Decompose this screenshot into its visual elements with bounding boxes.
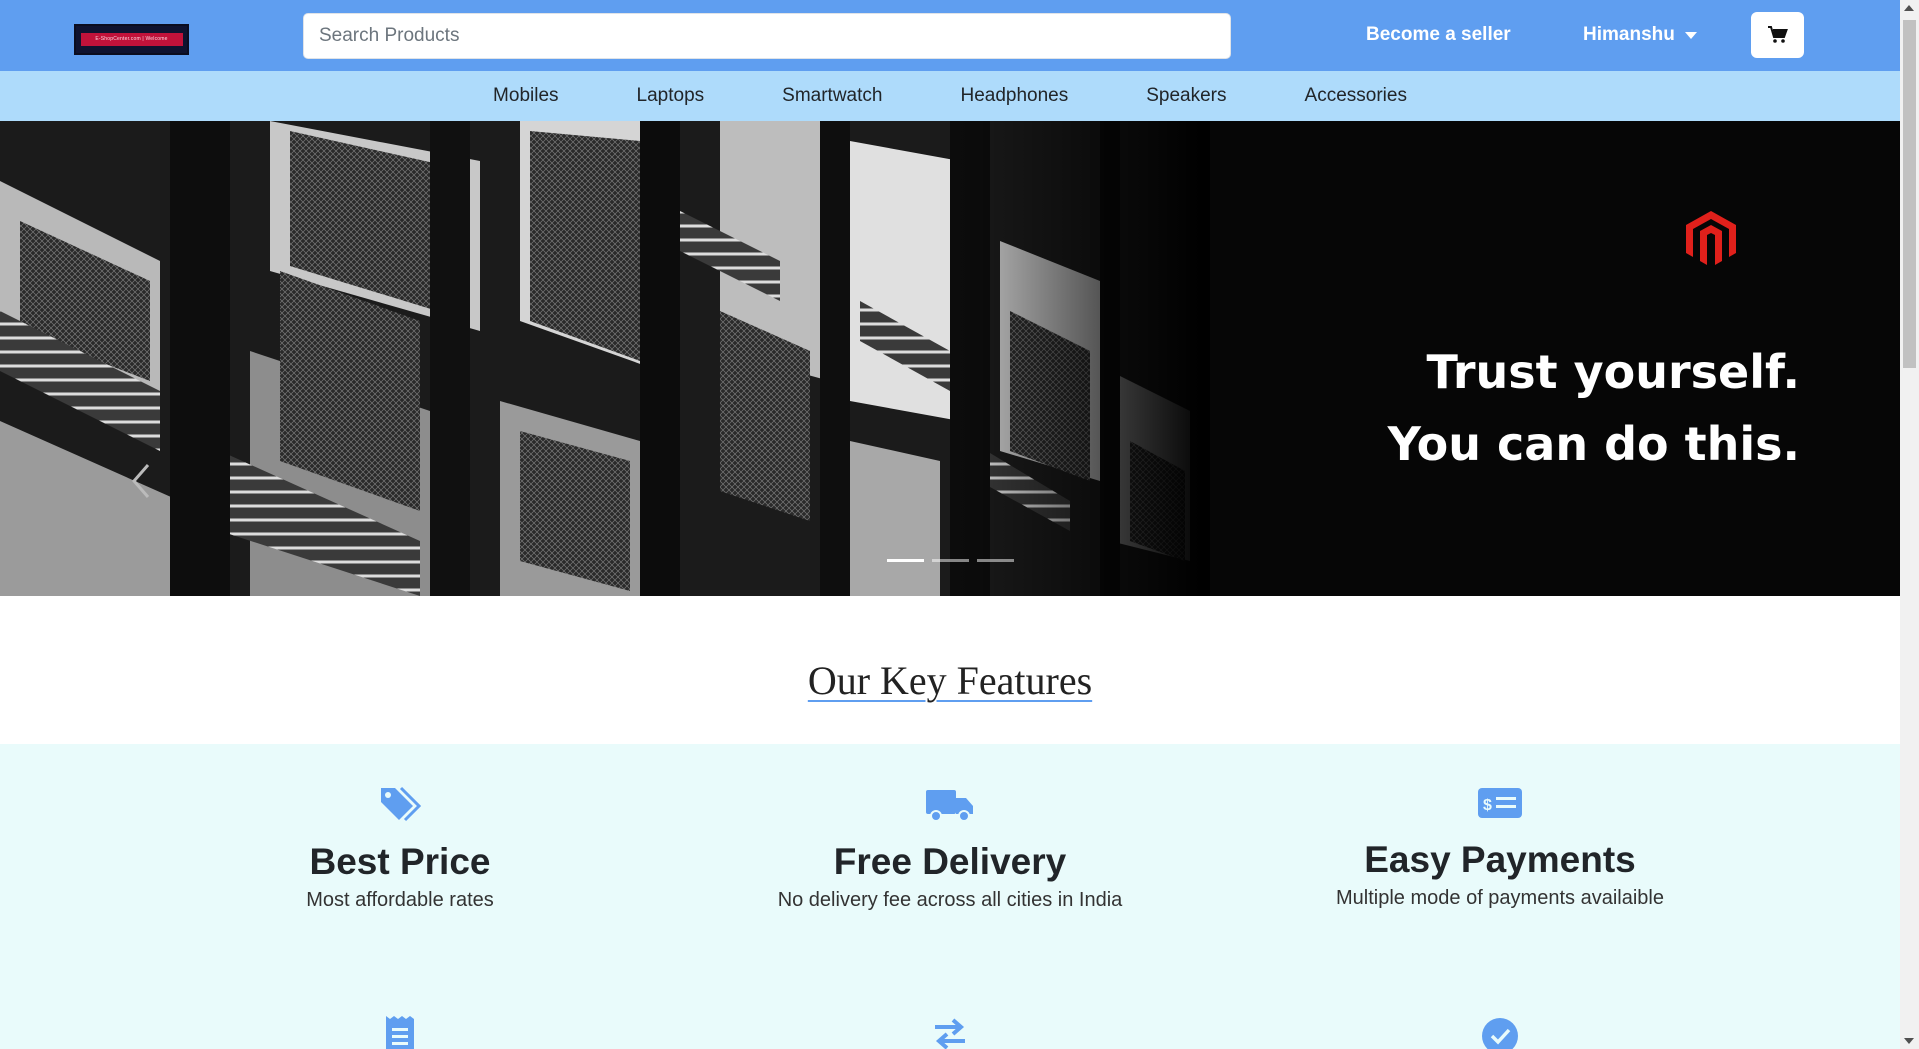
carousel-indicators [887,559,1014,562]
category-headphones[interactable]: Headphones [960,85,1068,107]
features-section: Best Price Most affordable rates Free De… [0,744,1900,1049]
scrollbar-thumb[interactable] [1903,20,1916,368]
category-speakers[interactable]: Speakers [1146,85,1226,107]
hero-line-2: You can do this. [1387,417,1800,471]
hero-line-1: Trust yourself. [1426,345,1800,399]
receipt-icon [386,1016,414,1049]
top-navbar: E-ShopCenter.com | Welcome Become a sell… [0,0,1900,71]
feature-text: Most affordable rates [306,889,494,911]
feature-free-delivery: Free Delivery No delivery fee across all… [670,786,1230,912]
category-mobiles[interactable]: Mobiles [493,85,558,107]
carousel-prev-icon[interactable] [124,461,158,501]
feature-title: Best Price [309,841,491,882]
search-box[interactable] [303,13,1231,59]
key-features-title: Our Key Features [807,658,1093,703]
hero-headline: Trust yourself. You can do this. [1388,336,1800,480]
scroll-up-icon[interactable] [1904,5,1914,11]
site-logo[interactable]: E-ShopCenter.com | Welcome [74,24,189,55]
feature-best-price: Best Price Most affordable rates [120,786,680,912]
feature-title: Easy Payments [1364,839,1636,880]
carousel-indicator-1[interactable] [887,559,924,562]
user-menu-dropdown[interactable]: Himanshu [1583,24,1697,46]
scroll-down-icon[interactable] [1904,1038,1914,1044]
category-smartwatch[interactable]: Smartwatch [782,85,882,107]
svg-text:$: $ [1483,797,1492,814]
cart-icon [1767,26,1788,43]
page: E-ShopCenter.com | Welcome Become a sell… [0,0,1919,1049]
truck-icon [926,790,973,822]
category-laptops[interactable]: Laptops [637,85,705,107]
user-name: Himanshu [1583,24,1675,45]
exchange-icon [935,1018,965,1049]
money-card-icon: $ [1478,788,1522,818]
feature-text: No delivery fee across all cities in Ind… [777,889,1123,911]
carousel-indicator-3[interactable] [977,559,1014,562]
search-input[interactable] [319,25,1230,47]
vertical-scrollbar[interactable] [1900,0,1919,1049]
key-features-heading: Our Key Features [0,657,1900,704]
category-accessories[interactable]: Accessories [1305,85,1407,107]
category-nav: Mobiles Laptops Smartwatch Headphones Sp… [0,71,1900,121]
cart-button[interactable] [1751,12,1804,58]
magento-logo-icon [1686,211,1736,265]
caret-down-icon [1684,31,1697,39]
become-seller-link[interactable]: Become a seller [1366,24,1511,46]
feature-easy-payments: $ Easy Payments Multiple mode of payment… [1220,786,1780,910]
feature-text: Multiple mode of payments availaible [1336,887,1664,909]
tags-icon [381,786,421,822]
logo-text: E-ShopCenter.com | Welcome [80,33,183,46]
hero-carousel: Trust yourself. You can do this. [0,121,1900,596]
check-circle-icon [1482,1018,1518,1049]
carousel-indicator-2[interactable] [932,559,969,562]
feature-title: Free Delivery [833,841,1067,882]
